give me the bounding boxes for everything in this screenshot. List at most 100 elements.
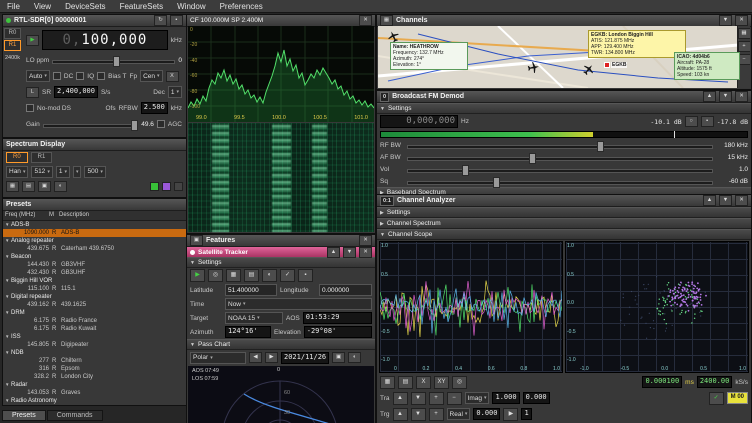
rollup-up-icon[interactable]: ▲: [703, 195, 716, 206]
satellite-list-icon[interactable]: ▤: [244, 269, 259, 282]
tracker-start-icon[interactable]: ▶: [190, 269, 205, 282]
trace-offset-value[interactable]: 0.000: [523, 392, 550, 404]
average-power-icon[interactable]: ○: [685, 116, 698, 127]
background-color-chip[interactable]: [174, 182, 183, 191]
lock-rate-button[interactable]: L: [26, 87, 39, 98]
averaging-count-combo[interactable]: 1: [56, 166, 70, 178]
spectrum-display-titlebar[interactable]: Spectrum Display: [3, 139, 186, 151]
spectrum-tab-r0[interactable]: R0: [6, 152, 28, 163]
menu-item[interactable]: Window: [170, 2, 212, 11]
col-description[interactable]: Description: [59, 211, 184, 220]
grid-toggle-icon[interactable]: ▦: [6, 181, 19, 192]
device-titlebar[interactable]: RTL-SDR[0] 00000001 ↻ ▪: [3, 15, 186, 27]
dc-checkbox[interactable]: [53, 72, 61, 80]
preset-row[interactable]: ▼ Beacon: [3, 253, 186, 261]
transverter-button[interactable]: X: [166, 71, 179, 82]
preset-row[interactable]: ▼ ADS-B: [3, 221, 186, 229]
preset-row[interactable]: ▼ Biggin Hill VOR: [3, 277, 186, 285]
refresh-rate-combo[interactable]: 500: [84, 166, 105, 178]
preset-row[interactable]: ▼ Radio Astronomy: [3, 397, 186, 405]
preset-row[interactable]: 115.100 R 115.1: [3, 285, 186, 293]
auto-correction-combo[interactable]: Auto: [26, 70, 50, 82]
features-titlebar[interactable]: ▣ Features ✕: [187, 235, 375, 247]
preset-row[interactable]: 439.675 R Caterham 439.6750: [3, 245, 186, 253]
sample-rate-display[interactable]: 2,400,000: [54, 86, 98, 98]
preset-row[interactable]: 6.175 R Radio France: [3, 317, 186, 325]
dark-mode-icon[interactable]: ◐: [262, 269, 277, 282]
rollup-down-icon[interactable]: ▼: [343, 247, 356, 258]
invert-toggle-icon[interactable]: ◐: [54, 181, 67, 192]
tab-presets[interactable]: Presets: [2, 410, 46, 421]
preset-row[interactable]: ▼ ISS: [3, 333, 186, 341]
trigger-edge-icon[interactable]: ▶: [503, 408, 518, 421]
airport-marker[interactable]: EGKB: [604, 62, 627, 68]
preset-row[interactable]: 432.430 R GB3UHF: [3, 269, 186, 277]
reload-device-icon[interactable]: ↻: [154, 15, 167, 26]
memory-index[interactable]: M 00: [727, 392, 748, 404]
averaging-mode-combo[interactable]: [73, 166, 82, 178]
preset-row[interactable]: 144.430 R GB3VHF: [3, 261, 186, 269]
scope-lines-icon[interactable]: ▤: [398, 376, 413, 389]
decimation-combo[interactable]: 1: [168, 86, 182, 98]
prev-pass-icon[interactable]: ◀: [249, 352, 262, 363]
trigger-projection-combo[interactable]: Real: [447, 408, 471, 420]
station-info-box[interactable]: Name: HEATHROW Frequency: 132.7 MHz Azim…: [390, 42, 468, 70]
close-icon[interactable]: ✕: [735, 195, 748, 206]
spectrum-plot[interactable]: 0-20-40-60-80-100 99.099.5100.0100.5101.…: [188, 26, 374, 122]
today-icon[interactable]: ▣: [332, 352, 345, 363]
af-bw-slider[interactable]: [407, 153, 713, 162]
menu-item[interactable]: File: [0, 2, 27, 11]
deviceset-tab-r1[interactable]: R1: [4, 40, 21, 51]
col-mode[interactable]: M: [49, 211, 59, 220]
squelch-slider[interactable]: [407, 177, 713, 186]
volume-slider[interactable]: [407, 165, 713, 174]
preset-row[interactable]: ▼ DRM: [3, 309, 186, 317]
trace-add-icon[interactable]: +: [429, 392, 444, 405]
scope-time-window[interactable]: 0.000100: [642, 376, 682, 388]
scope-grid-icon[interactable]: ▦: [380, 376, 395, 389]
fft-size-combo[interactable]: 512: [31, 166, 52, 178]
col-freq[interactable]: Freq (MHz): [5, 211, 49, 220]
target-combo[interactable]: NOAA 15: [225, 312, 283, 324]
preset-row[interactable]: 439.162 R 439.1625: [3, 301, 186, 309]
satellite-tracker-titlebar[interactable]: Satellite Tracker ▲ ▼ ✕: [187, 247, 375, 257]
presets-titlebar[interactable]: Presets: [3, 199, 186, 211]
close-icon[interactable]: ✕: [359, 247, 372, 258]
preset-row[interactable]: ▼ NDB: [3, 349, 186, 357]
start-stop-icon[interactable]: ▶: [26, 35, 39, 46]
aircraft-info-box[interactable]: ICAO: 4d04b6 Aircraft: PA-28 Altitude: 1…: [674, 52, 740, 80]
preset-row[interactable]: 316 R Epsom: [3, 365, 186, 373]
night-shade-icon[interactable]: ◐: [348, 352, 361, 363]
fm-settings-header[interactable]: ▼ Settings: [377, 103, 751, 114]
close-icon[interactable]: ✕: [359, 235, 372, 246]
map-layers-icon[interactable]: ▦: [738, 28, 751, 39]
trace-del-icon[interactable]: −: [447, 392, 462, 405]
trace-amp-value[interactable]: 1.000: [492, 392, 519, 404]
fm-demod-titlebar[interactable]: 0 Broadcast FM Demod ▲ ▼ ✕: [377, 91, 751, 103]
rollup-down-icon[interactable]: ▼: [719, 91, 732, 102]
fft-window-combo[interactable]: Han: [6, 166, 28, 178]
airport-info-box[interactable]: EGKB: London Biggin Hill ATIS: 121.875 M…: [588, 30, 686, 58]
preset-row[interactable]: 1090.000 R ADS-B: [3, 229, 186, 237]
rollup-up-icon[interactable]: ▲: [327, 247, 340, 258]
scope-xy-display[interactable]: 1.00.50.0-0.5-1.0 -1.0-0.50.00.51.0: [565, 241, 749, 373]
center-frequency-display[interactable]: 0,100,000: [42, 30, 168, 50]
waterfall-display[interactable]: [188, 123, 374, 232]
preset-row[interactable]: ▼ Analog repeater: [3, 237, 186, 245]
chart-type-combo[interactable]: Polar: [190, 352, 246, 364]
next-pass-icon[interactable]: ▶: [265, 352, 278, 363]
close-icon[interactable]: ✕: [735, 91, 748, 102]
lo-ppm-slider[interactable]: [52, 56, 175, 65]
trace-color-chip[interactable]: [162, 182, 171, 191]
analyzer-titlebar[interactable]: 0:1 Channel Analyzer ▲ ▼ ✕: [377, 195, 751, 207]
rf-bw-slider[interactable]: [407, 141, 713, 150]
map-view-icon[interactable]: ▦: [226, 269, 241, 282]
trace-apply-icon[interactable]: ✓: [709, 392, 724, 405]
preset-row[interactable]: 277 R Chiltern: [3, 357, 186, 365]
adsb-map[interactable]: Name: HEATHROW Frequency: 132.7 MHz Azim…: [378, 26, 750, 88]
predict-icon[interactable]: ✓: [280, 269, 295, 282]
stop-icon[interactable]: ▪: [298, 269, 313, 282]
tracker-settings-header[interactable]: ▼ Settings: [187, 257, 375, 268]
tab-commands[interactable]: Commands: [47, 410, 103, 421]
longitude-field[interactable]: 0.000000: [319, 284, 372, 296]
